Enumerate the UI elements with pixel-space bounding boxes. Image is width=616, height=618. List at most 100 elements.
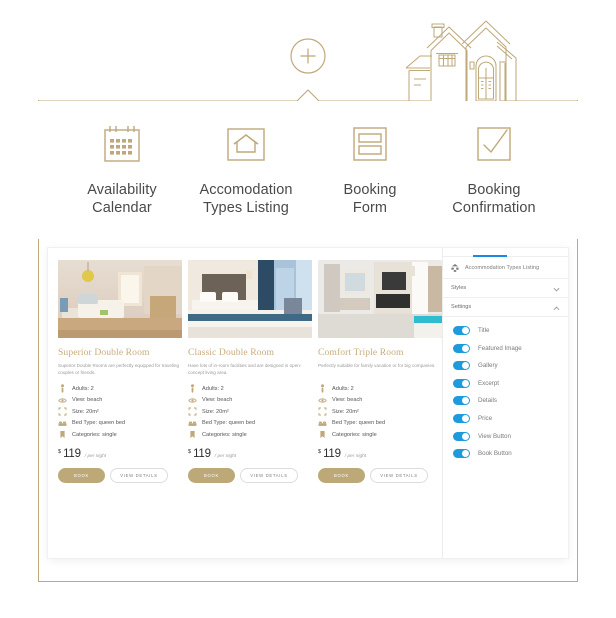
spec-row: View: beach bbox=[188, 396, 312, 405]
spec-row: Bed Type: queen bed bbox=[188, 419, 312, 428]
view-details-button[interactable]: VIEW DETAILS bbox=[240, 468, 298, 483]
feature-label-line2: Types Listing bbox=[203, 200, 289, 216]
room-spec-list: Adults: 2 View: beach Size: 20m² Bed Typ… bbox=[58, 384, 182, 439]
room-actions: BOOK VIEW DETAILS bbox=[188, 468, 312, 483]
widget-settings-panel: Accommodation Types Listing Styles Setti… bbox=[442, 248, 568, 558]
room-spec-list: Adults: 2 View: beach Size: 20m² Bed Typ… bbox=[318, 384, 442, 439]
book-button[interactable]: BOOK bbox=[318, 468, 365, 483]
room-card[interactable]: Superior Double Room Superior Double Roo… bbox=[58, 260, 182, 548]
person-icon bbox=[58, 384, 67, 393]
feature-availability-calendar[interactable]: Availability Calendar bbox=[60, 123, 184, 217]
person-icon bbox=[318, 384, 327, 393]
feature-label-line1: Booking bbox=[467, 182, 521, 198]
spec-row: Adults: 2 bbox=[318, 384, 442, 393]
header-illustration bbox=[0, 0, 616, 110]
feature-booking-confirmation[interactable]: Booking Confirmation bbox=[432, 123, 556, 217]
toggle-label: Price bbox=[478, 414, 493, 422]
book-button[interactable]: BOOK bbox=[58, 468, 105, 483]
chevron-down-icon bbox=[553, 279, 560, 297]
spec-text: Bed Type: queen bed bbox=[202, 420, 256, 426]
spec-row: View: beach bbox=[318, 396, 442, 405]
price-unit: / per night bbox=[84, 454, 107, 459]
toggle-switch[interactable] bbox=[453, 449, 470, 459]
toggle-switch[interactable] bbox=[453, 396, 470, 406]
house-in-box-icon bbox=[226, 123, 266, 165]
feature-label-line1: Accomodation bbox=[199, 182, 293, 198]
page-builder-preview: Superior Double Room Superior Double Roo… bbox=[48, 248, 568, 558]
toggle-row-book-button[interactable]: Book Button bbox=[453, 449, 568, 459]
toggle-row-featured-image[interactable]: Featured Image bbox=[453, 343, 568, 353]
feature-booking-form[interactable]: Booking Form bbox=[308, 123, 432, 217]
spec-row: Size: 20m² bbox=[58, 407, 182, 416]
resize-icon bbox=[188, 407, 197, 416]
feature-label-line2: Calendar bbox=[92, 200, 152, 216]
view-details-button[interactable]: VIEW DETAILS bbox=[370, 468, 428, 483]
plus-circle-icon bbox=[290, 38, 326, 74]
feature-accommodation-types-listing[interactable]: Accomodation Types Listing bbox=[184, 123, 308, 217]
room-description: Have lots of in-room facilities and are … bbox=[188, 363, 302, 375]
bookmark-icon bbox=[58, 430, 67, 439]
room-title: Superior Double Room bbox=[58, 347, 150, 358]
spec-row: View: beach bbox=[58, 396, 182, 405]
panel-widget-title: Accommodation Types Listing bbox=[465, 264, 540, 271]
room-actions: BOOK VIEW DETAILS bbox=[58, 468, 182, 483]
toggle-switch[interactable] bbox=[453, 413, 470, 423]
spec-row: Size: 20m² bbox=[188, 407, 312, 416]
price-currency: $ bbox=[188, 449, 192, 455]
page-root: Availability Calendar Accomodation Types… bbox=[0, 0, 616, 618]
room-photo bbox=[318, 260, 442, 338]
toggle-row-price[interactable]: Price bbox=[453, 413, 568, 423]
calendar-icon bbox=[103, 123, 141, 165]
spec-text: Size: 20m² bbox=[72, 408, 99, 415]
spec-text: Categories: single bbox=[332, 431, 377, 438]
accordion-settings[interactable]: Settings bbox=[443, 298, 568, 317]
settings-toggle-list: Title Featured Image Gallery Excerpt Det… bbox=[443, 317, 568, 459]
feature-label-line1: Booking bbox=[343, 182, 397, 198]
spec-text: Bed Type: queen bed bbox=[332, 420, 386, 426]
feature-label-line2: Form bbox=[352, 200, 388, 216]
panel-header: Accommodation Types Listing bbox=[443, 257, 568, 279]
toggle-switch[interactable] bbox=[453, 361, 470, 371]
room-price: $ 119 / per night bbox=[318, 448, 442, 460]
room-price: $ 119 / per night bbox=[188, 448, 312, 460]
toggle-label: Featured Image bbox=[478, 344, 522, 352]
toggle-row-gallery[interactable]: Gallery bbox=[453, 361, 568, 371]
price-unit: / per night bbox=[344, 454, 367, 459]
active-tab-indicator bbox=[473, 255, 507, 257]
room-card[interactable]: Comfort Triple Room Perfectly suitable f… bbox=[318, 260, 442, 548]
accordion-styles[interactable]: Styles bbox=[443, 279, 568, 298]
price-value: 119 bbox=[323, 448, 341, 460]
spec-row: Categories: single bbox=[58, 430, 182, 439]
spec-text: View: beach bbox=[202, 397, 233, 403]
room-title: Comfort Triple Room bbox=[318, 347, 404, 358]
toggle-row-title[interactable]: Title bbox=[453, 326, 568, 335]
spec-text: Size: 20m² bbox=[332, 408, 359, 415]
price-unit: / per night bbox=[214, 454, 237, 459]
toggle-row-view-button[interactable]: View Button bbox=[453, 431, 568, 441]
feature-label-line1: Availability bbox=[87, 182, 157, 198]
spec-text: Adults: 2 bbox=[72, 385, 94, 392]
accordion-label: Styles bbox=[451, 285, 467, 291]
price-value: 119 bbox=[193, 448, 211, 460]
toggle-switch[interactable] bbox=[453, 431, 470, 441]
book-button[interactable]: BOOK bbox=[188, 468, 235, 483]
spec-row: Bed Type: queen bed bbox=[58, 419, 182, 428]
spec-text: Size: 20m² bbox=[202, 408, 229, 415]
toggle-row-details[interactable]: Details bbox=[453, 396, 568, 406]
form-icon bbox=[352, 123, 388, 165]
spec-row: Categories: single bbox=[318, 430, 442, 439]
toggle-switch[interactable] bbox=[453, 343, 470, 353]
toggle-switch[interactable] bbox=[453, 378, 470, 388]
toggle-label: Book Button bbox=[478, 450, 512, 458]
toggle-switch[interactable] bbox=[453, 326, 470, 335]
panel-tab-bar[interactable] bbox=[443, 248, 568, 257]
bed-icon bbox=[318, 419, 327, 428]
bed-icon bbox=[188, 419, 197, 428]
room-card[interactable]: Classic Double Room Have lots of in-room… bbox=[188, 260, 312, 548]
toggle-row-excerpt[interactable]: Excerpt bbox=[453, 378, 568, 388]
view-details-button[interactable]: VIEW DETAILS bbox=[110, 468, 168, 483]
toggle-label: Details bbox=[478, 397, 497, 405]
spec-text: Bed Type: queen bed bbox=[72, 420, 126, 426]
toggle-label: Title bbox=[478, 327, 490, 334]
price-value: 119 bbox=[63, 448, 81, 460]
